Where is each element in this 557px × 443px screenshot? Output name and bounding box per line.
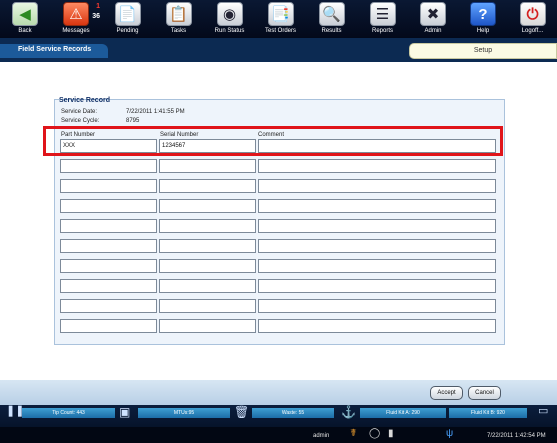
tasks-label: Tasks [170, 28, 187, 34]
serial-number-field[interactable] [159, 219, 256, 233]
tools-icon: ✖ [420, 2, 446, 26]
run-status-button[interactable]: ◉ Run Status [204, 0, 255, 38]
app-window: ◀ Back ⚠ 1 36 Messages 📄 Pending 📋 Tasks… [0, 0, 557, 443]
tray-user: admin [313, 433, 330, 439]
test-orders-icon: 📑 [267, 2, 294, 26]
messages-count-badge: 36 [92, 13, 100, 20]
clipboard-icon: 📋 [165, 2, 192, 26]
page-title: Field Service Records [0, 44, 108, 58]
logoff-label: Logoff... [521, 28, 544, 34]
main-toolbar: ◀ Back ⚠ 1 36 Messages 📄 Pending 📋 Tasks… [0, 0, 557, 38]
pending-button[interactable]: 📄 Pending [102, 0, 153, 38]
system-tray [0, 427, 557, 443]
back-arrow-icon: ◀ [12, 2, 38, 26]
comment-field[interactable] [258, 319, 496, 333]
comment-field[interactable] [258, 259, 496, 273]
waste-bin-icon: 🗑 [234, 405, 250, 419]
results-label: Results [321, 28, 342, 34]
fluid-anchor-icon: ⚓ [341, 405, 356, 419]
run-status-icon: ◉ [216, 2, 243, 26]
comment-field[interactable] [258, 199, 496, 213]
bottle-icon: ◯ [369, 428, 381, 439]
serial-number-field[interactable] [159, 299, 256, 313]
highlight-box [43, 126, 503, 156]
part-number-field[interactable] [60, 199, 157, 213]
admin-label: Admin [424, 28, 442, 34]
help-button[interactable]: ? Help [458, 0, 508, 38]
waste-status: Waste: 55 [252, 408, 334, 418]
back-label: Back [18, 28, 32, 34]
comment-field[interactable] [258, 239, 496, 253]
tip-rack-icon: ▣ [119, 405, 131, 419]
pending-document-icon: 📄 [114, 2, 141, 26]
monitor-icon[interactable]: ▭ [538, 406, 548, 417]
part-number-field[interactable] [60, 319, 157, 333]
tab-setup[interactable]: Setup [409, 43, 557, 59]
serial-number-field[interactable] [159, 319, 256, 333]
part-number-field[interactable] [60, 219, 157, 233]
serial-number-field[interactable] [159, 199, 256, 213]
serial-number-field[interactable] [159, 279, 256, 293]
part-number-field[interactable] [60, 239, 157, 253]
pending-label: Pending [116, 28, 139, 34]
part-number-field[interactable] [60, 179, 157, 193]
reports-button[interactable]: ☰ Reports [357, 0, 408, 38]
part-number-field[interactable] [60, 299, 157, 313]
lab-stand-icon: ☤ [350, 428, 357, 439]
part-number-field[interactable] [60, 259, 157, 273]
service-record-title: Service Record [59, 97, 110, 104]
warning-icon: ⚠ [63, 2, 89, 26]
report-list-icon: ☰ [369, 2, 396, 26]
tip-count-status: Tip Count: 443 [22, 408, 115, 418]
tray-datetime: 7/22/2011 1:42:54 PM [487, 433, 546, 439]
serial-number-field[interactable] [159, 239, 256, 253]
messages-alert-badge: 1 [96, 3, 100, 10]
vial-icon: ▮ [388, 428, 394, 439]
help-label: Help [476, 28, 490, 34]
part-number-field[interactable] [60, 159, 157, 173]
mtus-status: MTUs:95 [138, 408, 230, 418]
comment-field[interactable] [258, 299, 496, 313]
usb-icon: ψ [446, 428, 454, 439]
serial-number-field[interactable] [159, 179, 256, 193]
results-button[interactable]: 🔍 Results [306, 0, 357, 38]
serial-number-field[interactable] [159, 159, 256, 173]
cancel-button[interactable]: Cancel [468, 386, 501, 400]
magnifier-icon: 🔍 [318, 2, 345, 26]
part-number-field[interactable] [60, 279, 157, 293]
admin-button[interactable]: ✖ Admin [408, 0, 458, 38]
service-cycle-label: Service Cycle: [61, 118, 100, 124]
service-date-value: 7/22/2011 1:41:55 PM [126, 109, 185, 115]
service-cycle-value: 8795 [126, 118, 140, 124]
comment-field[interactable] [258, 179, 496, 193]
reports-label: Reports [371, 28, 393, 34]
tasks-button[interactable]: 📋 Tasks [153, 0, 204, 38]
messages-button[interactable]: ⚠ 1 36 Messages [50, 0, 102, 38]
messages-label: Messages [62, 28, 90, 34]
logoff-button[interactable]: ⏻ Logoff... [508, 0, 557, 38]
run-status-label: Run Status [214, 28, 245, 34]
serial-number-field[interactable] [159, 259, 256, 273]
back-button[interactable]: ◀ Back [0, 0, 50, 38]
help-question-icon: ? [470, 2, 496, 26]
fluid-kit-a-status: Fluid Kit A: 290 [360, 408, 446, 418]
test-orders-button[interactable]: 📑 Test Orders [255, 0, 306, 38]
test-orders-label: Test Orders [264, 28, 296, 34]
comment-field[interactable] [258, 219, 496, 233]
accept-button[interactable]: Accept [430, 386, 463, 400]
service-date-label: Service Date: [61, 109, 98, 115]
comment-field[interactable] [258, 159, 496, 173]
comment-field[interactable] [258, 279, 496, 293]
fluid-kit-b-status: Fluid Kit B: 920 [449, 408, 527, 418]
power-icon: ⏻ [519, 2, 546, 26]
